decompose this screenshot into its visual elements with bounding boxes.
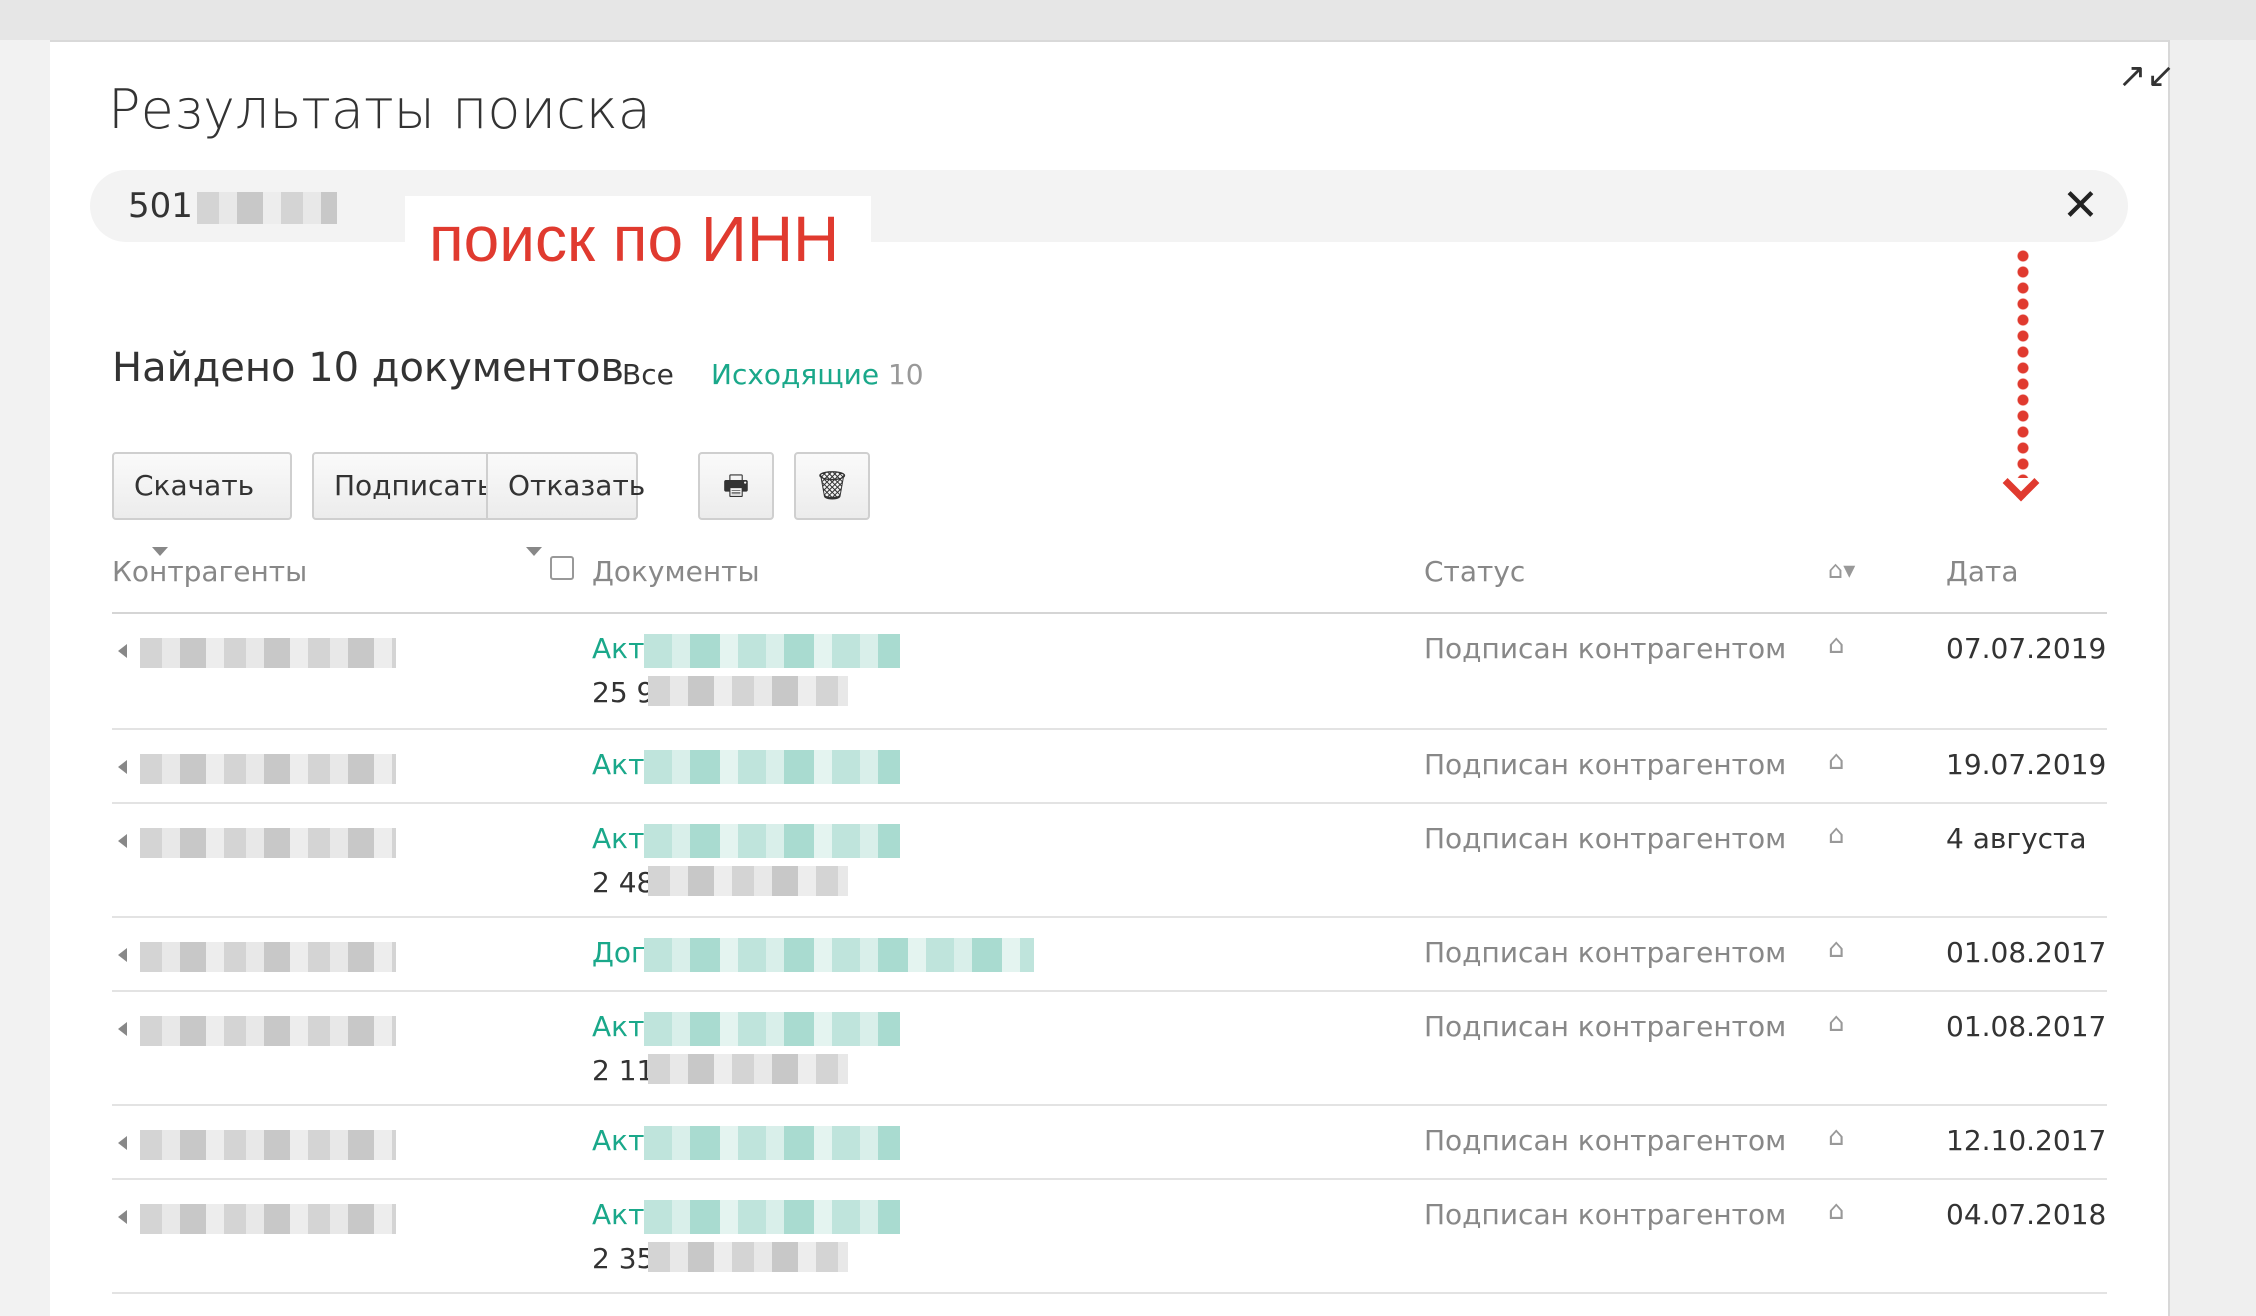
document-status: Подписан контрагентом [1424, 936, 1787, 969]
trash-icon: 🗑 [814, 469, 850, 502]
document-amount: 25 9 [592, 676, 655, 709]
header-counterparty[interactable]: Контрагенты [112, 555, 307, 588]
document-type[interactable]: Акт [592, 748, 644, 781]
expand-icon[interactable]: ↗↙ [2118, 56, 2175, 96]
document-type[interactable]: Акт [592, 822, 644, 855]
clear-search-icon[interactable]: ✕ [2062, 180, 2099, 231]
redacted-document-name [644, 1012, 900, 1046]
document-date: 19.07.2019 [1946, 748, 2107, 781]
home-icon: ⌂ [1828, 746, 1845, 776]
annotation-dotted-line [2016, 248, 2030, 478]
document-type[interactable]: Акт [592, 632, 644, 665]
redacted-document-name [644, 634, 900, 668]
sign-button[interactable]: Подписать [312, 452, 493, 520]
redacted-document-name [644, 824, 900, 858]
select-all-checkbox[interactable] [550, 556, 574, 580]
header-date[interactable]: Дата [1946, 555, 2019, 588]
document-type[interactable]: Акт [592, 1198, 644, 1231]
home-icon: ⌂ [1828, 820, 1845, 850]
redacted-value [196, 191, 337, 224]
document-status: Подписан контрагентом [1424, 748, 1787, 781]
document-date: 01.08.2017 [1946, 936, 2107, 969]
redacted-document-name [644, 750, 900, 784]
header-status[interactable]: Статус [1424, 555, 1525, 588]
expand-row-icon[interactable] [118, 760, 127, 774]
home-icon: ⌂ [1828, 1196, 1845, 1226]
expand-row-icon[interactable] [118, 644, 127, 658]
redacted-document-name [644, 938, 1034, 972]
table-row[interactable]: Акт 2 35 Подписан контрагентом ⌂ 04.07.2018 [112, 1180, 2107, 1294]
annotation-label: поиск по ИНН [405, 196, 871, 282]
table-row[interactable]: Акт Подписан контрагентом ⌂ 19.07.2019 [112, 730, 2107, 804]
print-icon: 🖶 [722, 469, 750, 502]
redacted-counterparty [140, 1204, 396, 1234]
document-date: 04.07.2018 [1946, 1198, 2107, 1231]
table-row[interactable]: Акт 2 11 Подписан контрагентом ⌂ 01.08.2017 [112, 992, 2107, 1106]
document-date: 12.10.2017 [1946, 1124, 2107, 1157]
download-button[interactable]: Скачать [112, 452, 292, 556]
document-amount: 2 11 [592, 1054, 655, 1087]
document-status: Подписан контрагентом [1424, 1124, 1787, 1157]
table-row[interactable]: Акт 25 9 Подписан контрагентом ⌂ 07.07.2019 [112, 614, 2107, 730]
filter-outgoing-count: 10 [887, 358, 924, 391]
document-date: 07.07.2019 [1946, 632, 2107, 665]
search-value: 501 [128, 186, 337, 226]
redacted-document-name [644, 1126, 900, 1160]
home-icon: ⌂ [1828, 630, 1845, 660]
expand-row-icon[interactable] [118, 948, 127, 962]
table-row[interactable]: Дого Подписан контрагентом ⌂ 01.08.2017 [112, 918, 2107, 992]
expand-row-icon[interactable] [118, 1022, 127, 1036]
redacted-amount [648, 1054, 848, 1084]
redacted-counterparty [140, 1016, 396, 1046]
expand-row-icon[interactable] [118, 834, 127, 848]
redacted-amount [648, 676, 848, 706]
delete-button[interactable]: 🗑 [794, 452, 870, 520]
left-gutter [0, 40, 50, 1316]
table-row[interactable]: Акт Подписан контрагентом ⌂ 12.10.2017 [112, 1106, 2107, 1180]
print-button[interactable]: 🖶 [698, 452, 774, 520]
document-amount: 2 48 [592, 866, 655, 899]
redacted-document-name [644, 1200, 900, 1234]
expand-row-icon[interactable] [118, 1136, 127, 1150]
top-bar [0, 0, 2256, 40]
redacted-counterparty [140, 828, 396, 858]
redacted-counterparty [140, 638, 396, 668]
page-title: Результаты поиска [108, 78, 651, 141]
document-amount: 2 35 [592, 1242, 655, 1275]
document-type[interactable]: Акт [592, 1124, 644, 1157]
filter-all[interactable]: Все [622, 358, 674, 391]
redacted-counterparty [140, 942, 396, 972]
document-status: Подписан контрагентом [1424, 822, 1787, 855]
document-status: Подписан контрагентом [1424, 632, 1787, 665]
document-date: 4 августа [1946, 822, 2087, 855]
search-input[interactable]: 501 [90, 170, 2128, 242]
header-home-icon: ⌂▾ [1828, 556, 1856, 584]
home-icon: ⌂ [1828, 934, 1845, 964]
home-icon: ⌂ [1828, 1008, 1845, 1038]
document-status: Подписан контрагентом [1424, 1198, 1787, 1231]
right-background [2168, 40, 2256, 1316]
chevron-down-icon [526, 546, 542, 556]
document-type[interactable]: Акт [592, 1010, 644, 1043]
document-status: Подписан контрагентом [1424, 1010, 1787, 1043]
redacted-counterparty [140, 1130, 396, 1160]
filter-outgoing[interactable]: Исходящие 10 [711, 358, 924, 391]
redacted-amount [648, 866, 848, 896]
reject-button[interactable]: Отказать [486, 452, 645, 556]
found-count: Найдено 10 документов [112, 345, 625, 391]
expand-row-icon[interactable] [118, 1210, 127, 1224]
redacted-amount [648, 1242, 848, 1272]
document-date: 01.08.2017 [1946, 1010, 2107, 1043]
header-documents[interactable]: Документы [592, 555, 760, 588]
redacted-counterparty [140, 754, 396, 784]
table-row[interactable]: Акт 2 48 Подписан контрагентом ⌂ 4 августа [112, 804, 2107, 918]
home-icon: ⌂ [1828, 1122, 1845, 1152]
